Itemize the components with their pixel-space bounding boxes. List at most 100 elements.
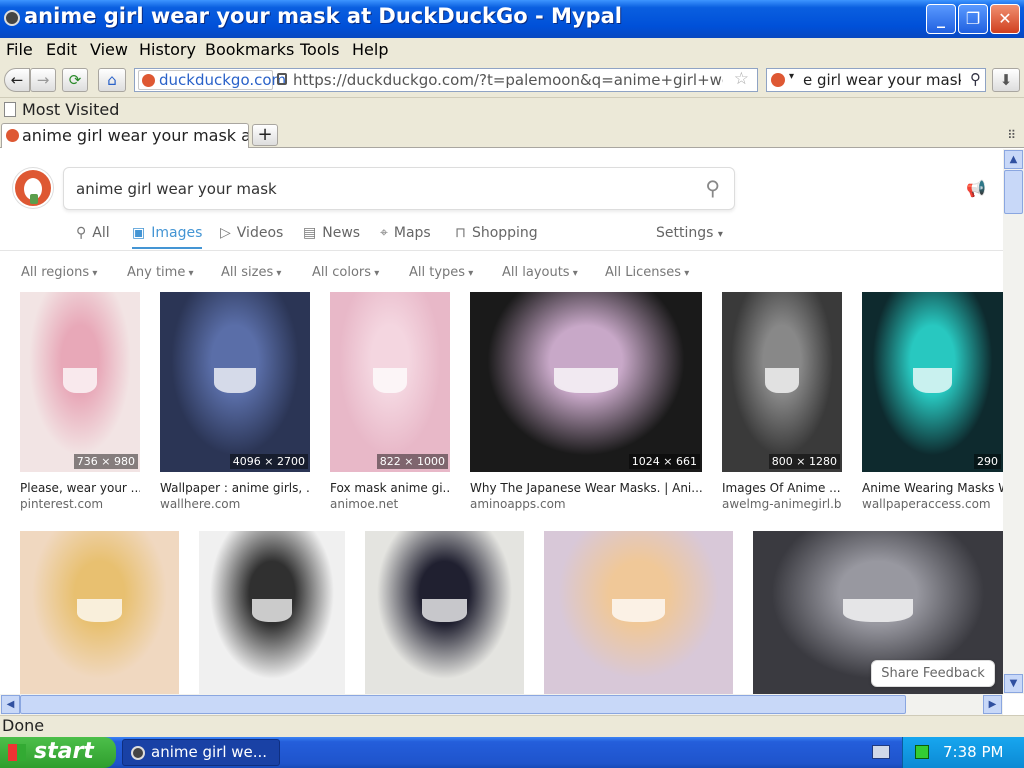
window-title: anime girl wear your mask at DuckDuckGo … (24, 4, 622, 28)
image-result[interactable]: 800 × 1280 Images Of Anime ... awelmg-an… (722, 292, 842, 517)
result-title[interactable]: Anime Wearing Masks W (862, 481, 1003, 495)
result-thumbnail[interactable] (470, 292, 702, 472)
image-result[interactable]: 1024 × 661 Why The Japanese Wear Masks. … (470, 292, 702, 517)
result-thumbnail[interactable] (160, 292, 310, 472)
image-result-thumbnail[interactable] (365, 531, 524, 694)
scroll-left-button[interactable]: ◀ (1, 695, 20, 714)
result-thumbnail[interactable] (20, 292, 140, 472)
scroll-down-button[interactable]: ▼ (1004, 674, 1023, 693)
result-title[interactable]: Why The Japanese Wear Masks. | Ani... (470, 481, 702, 495)
menu-help[interactable]: Help (352, 40, 388, 59)
image-result-thumbnail[interactable] (199, 531, 345, 694)
result-source[interactable]: awelmg-animegirl.b... (722, 497, 842, 511)
image-result-thumbnail[interactable] (20, 531, 179, 694)
tab-list-icon[interactable]: ⠿ (1007, 128, 1016, 142)
filter-size[interactable]: All sizes (221, 265, 281, 280)
image-dimensions: 800 × 1280 (768, 454, 840, 469)
settings-dropdown[interactable]: Settings ▾ (656, 225, 723, 241)
mask-shape (422, 599, 467, 623)
vertical-scrollbar[interactable]: ▲ ▼ (1003, 149, 1024, 694)
result-thumbnail[interactable] (862, 292, 1003, 472)
image-dimensions: 1024 × 661 (628, 454, 700, 469)
filter-region[interactable]: All regions (21, 265, 97, 280)
filter-type[interactable]: All types (409, 265, 473, 280)
browser-search-bar[interactable]: ▾ e girl wear your mask ⚲ (766, 68, 986, 92)
close-button[interactable]: ✕ (990, 4, 1020, 34)
image-result-thumbnail[interactable] (544, 531, 733, 694)
home-button[interactable]: ⌂ (98, 68, 126, 92)
site-identity[interactable]: duckduckgo.com (138, 70, 286, 90)
horizontal-scroll-thumb[interactable] (20, 695, 906, 714)
image-result[interactable]: 290 Anime Wearing Masks W wallpaperacces… (862, 292, 1003, 517)
image-result[interactable]: 822 × 1000 Fox mask anime gi... animoe.n… (330, 292, 450, 517)
result-source[interactable]: wallhere.com (160, 497, 310, 511)
mask-shape (251, 599, 293, 623)
tab-videos[interactable]: ▷ Videos (220, 225, 283, 241)
search-engine-icon[interactable] (771, 73, 785, 87)
logo-tie-icon (30, 194, 38, 204)
search-input[interactable]: anime girl wear your mask (76, 180, 277, 198)
scroll-right-button[interactable]: ▶ (983, 695, 1002, 714)
tab-label: anime girl wear your mask at... (22, 126, 249, 145)
bookmark-star-icon[interactable]: ☆ (734, 69, 749, 89)
windows-flag-icon (8, 744, 26, 761)
reload-button[interactable]: ⟳ (62, 68, 88, 92)
result-thumbnail[interactable] (722, 292, 842, 472)
tab-news[interactable]: ▤ News (303, 225, 360, 241)
search-icon: ⚲ (76, 225, 87, 241)
tab-all[interactable]: ⚲ All (76, 225, 110, 241)
downloads-button[interactable]: ⬇ (992, 68, 1020, 92)
minimize-button[interactable]: _ (926, 4, 956, 34)
start-button[interactable]: start (0, 737, 116, 768)
url-text[interactable]: https://duckduckgo.com/?t=palemoon&q=ani… (293, 71, 723, 89)
url-bar[interactable]: duckduckgo.com https://duckduckgo.com/?t… (134, 68, 758, 92)
scroll-up-button[interactable]: ▲ (1004, 150, 1023, 169)
tab-duckduckgo[interactable]: anime girl wear your mask at... (1, 123, 249, 148)
megaphone-icon[interactable]: 📢 (966, 179, 992, 198)
keyboard-icon[interactable] (872, 745, 890, 759)
image-result[interactable]: 4096 × 2700 Wallpaper : anime girls, ...… (160, 292, 310, 517)
image-result[interactable]: 736 × 980 Please, wear your ... pinteres… (20, 292, 140, 517)
menu-view[interactable]: View (90, 40, 128, 59)
maximize-button[interactable]: ❐ (958, 4, 988, 34)
horizontal-scrollbar[interactable]: ◀ ▶ (0, 694, 1003, 715)
result-source[interactable]: animoe.net (330, 497, 450, 511)
most-visited-folder[interactable]: Most Visited (22, 100, 119, 119)
filter-license[interactable]: All Licenses (605, 265, 689, 280)
tab-images[interactable]: ▣ Images (132, 225, 203, 249)
forward-button[interactable]: → (30, 68, 56, 92)
result-thumbnail[interactable] (330, 292, 450, 472)
engine-dropdown-icon[interactable]: ▾ (789, 71, 794, 82)
navigation-toolbar: ← → ⟳ ⌂ duckduckgo.com https://duckduckg… (0, 62, 1024, 98)
tab-shopping[interactable]: ⊓ Shopping (455, 225, 538, 241)
filter-layout[interactable]: All layouts (502, 265, 578, 280)
result-title[interactable]: Fox mask anime gi... (330, 481, 450, 495)
vertical-scroll-thumb[interactable] (1004, 170, 1023, 214)
result-title[interactable]: Please, wear your ... (20, 481, 140, 495)
search-box[interactable]: anime girl wear your mask ⚲ (63, 167, 735, 210)
back-button[interactable]: ← (4, 68, 30, 92)
menu-bookmarks[interactable]: Bookmarks (205, 40, 294, 59)
menu-history[interactable]: History (139, 40, 196, 59)
result-source[interactable]: pinterest.com (20, 497, 140, 511)
result-title[interactable]: Images Of Anime ... (722, 481, 842, 495)
menu-edit[interactable]: Edit (46, 40, 77, 59)
search-go-icon[interactable]: ⚲ (970, 70, 981, 88)
taskbar-item-label: anime girl we... (151, 743, 268, 761)
result-title[interactable]: Wallpaper : anime girls, ... (160, 481, 310, 495)
new-tab-button[interactable]: + (252, 124, 278, 146)
result-source[interactable]: wallpaperaccess.com (862, 497, 1003, 511)
menu-tools[interactable]: Tools (300, 40, 339, 59)
taskbar-item-mypal[interactable]: anime girl we... (122, 739, 280, 766)
menu-file[interactable]: File (6, 40, 33, 59)
result-source[interactable]: aminoapps.com (470, 497, 702, 511)
share-feedback-button[interactable]: Share Feedback (871, 660, 995, 687)
tab-maps[interactable]: ⌖ Maps (380, 225, 431, 241)
search-icon[interactable]: ⚲ (705, 176, 720, 200)
network-icon[interactable] (915, 745, 929, 759)
browser-search-input[interactable]: e girl wear your mask (803, 71, 961, 89)
duckduckgo-logo[interactable] (13, 168, 53, 208)
taskbar: start anime girl we... 7:38 PM (0, 737, 1024, 768)
filter-time[interactable]: Any time (127, 265, 194, 280)
filter-color[interactable]: All colors (312, 265, 379, 280)
